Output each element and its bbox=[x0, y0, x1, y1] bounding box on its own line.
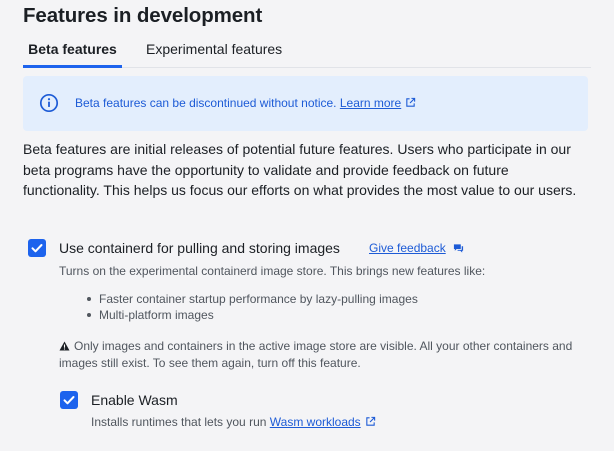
intro-paragraph: Beta features are initial releases of po… bbox=[23, 141, 577, 198]
tab-beta-features[interactable]: Beta features bbox=[23, 41, 122, 68]
info-icon bbox=[39, 93, 59, 113]
list-item: Faster container startup performance by … bbox=[84, 291, 418, 307]
wasm-description: Installs runtimes that lets you run Wasm… bbox=[91, 415, 376, 429]
containerd-description: Turns on the experimental containerd ima… bbox=[59, 264, 486, 278]
containerd-checkbox[interactable] bbox=[28, 239, 46, 257]
tab-experimental-features[interactable]: Experimental features bbox=[146, 41, 282, 57]
page-title: Features in development bbox=[23, 4, 263, 27]
checkmark-icon bbox=[31, 244, 43, 253]
wasm-workloads-link[interactable]: Wasm workloads bbox=[270, 415, 361, 429]
external-link-icon bbox=[365, 416, 375, 426]
wasm-label: Enable Wasm bbox=[91, 392, 178, 408]
banner-text: Beta features can be discontinued withou… bbox=[75, 96, 337, 110]
containerd-feature-list: Faster container startup performance by … bbox=[84, 291, 418, 323]
warning-icon bbox=[59, 341, 70, 351]
list-item: Multi-platform images bbox=[84, 307, 418, 323]
tab-bar: Beta features Experimental features bbox=[23, 36, 591, 68]
warning-text: Only images and containers in the active… bbox=[59, 339, 573, 370]
wasm-checkbox[interactable] bbox=[60, 391, 78, 409]
learn-more-link[interactable]: Learn more bbox=[340, 96, 401, 110]
active-tab-indicator bbox=[23, 65, 122, 68]
wasm-description-text: Installs runtimes that lets you run bbox=[91, 415, 267, 429]
feedback-icon[interactable] bbox=[453, 243, 464, 254]
external-link-icon bbox=[406, 97, 416, 107]
checkmark-icon bbox=[63, 396, 75, 405]
image-store-warning: Only images and containers in the active… bbox=[59, 338, 579, 371]
info-banner: Beta features can be discontinued withou… bbox=[23, 76, 588, 131]
containerd-label: Use containerd for pulling and storing i… bbox=[59, 240, 340, 256]
banner-message: Beta features can be discontinued withou… bbox=[75, 96, 416, 110]
give-feedback-link[interactable]: Give feedback bbox=[369, 241, 446, 255]
